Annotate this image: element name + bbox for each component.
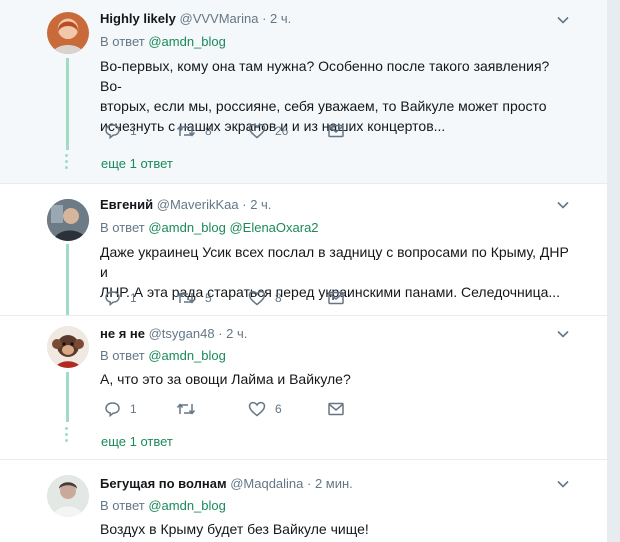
- like-count: 8: [275, 291, 282, 305]
- author-handle[interactable]: @Maqdalina: [230, 476, 303, 491]
- author-handle[interactable]: @tsygan48: [149, 326, 215, 341]
- reply-context: В ответ @amdn_blog: [100, 498, 226, 513]
- author-handle[interactable]: @MaverikKaa: [157, 197, 239, 212]
- retweet-count: 8: [205, 124, 212, 138]
- heart-icon: [248, 401, 266, 417]
- mention-link[interactable]: @amdn_blog: [148, 498, 226, 513]
- author-name[interactable]: не я не: [100, 326, 145, 341]
- like-count: 6: [275, 402, 282, 416]
- thread-dots: [64, 154, 70, 172]
- reply-icon: [105, 402, 120, 417]
- thread-connector: [66, 372, 69, 422]
- envelope-icon: [328, 402, 344, 416]
- reply-context: В ответ @amdn_blog @ElenaOxara2: [100, 220, 319, 235]
- tweet-header: Highly likely @VVVMarina · 2 ч.: [100, 11, 291, 26]
- avatar[interactable]: [47, 199, 89, 241]
- tweet-header: не я не @tsygan48 · 2 ч.: [100, 326, 247, 341]
- reply-count: 1: [130, 291, 137, 305]
- retweet-icon: [176, 125, 196, 137]
- scrollbar-track[interactable]: [607, 0, 620, 542]
- tweet-header: Евгений @MaverikKaa · 2 ч.: [100, 197, 271, 212]
- reply-button[interactable]: 1: [104, 288, 137, 308]
- retweet-button[interactable]: 8: [176, 121, 212, 141]
- like-button[interactable]: 8: [248, 288, 282, 308]
- reply-icon: [105, 124, 120, 139]
- thread-connector: [66, 244, 69, 315]
- show-more-replies-link[interactable]: еще 1 ответ: [101, 156, 173, 171]
- thread-connector: [66, 58, 69, 150]
- retweet-count: 5: [205, 291, 212, 305]
- avatar[interactable]: [47, 326, 89, 368]
- chevron-down-icon[interactable]: [557, 328, 569, 340]
- mention-link[interactable]: @amdn_blog: [148, 34, 226, 49]
- thread-dots: [64, 427, 70, 445]
- avatar[interactable]: [47, 12, 89, 54]
- reply-count: 1: [130, 124, 137, 138]
- dm-button[interactable]: [328, 121, 344, 141]
- heart-icon: [248, 123, 266, 139]
- tweet-time[interactable]: · 2 ч.: [262, 11, 291, 26]
- envelope-icon: [328, 124, 344, 138]
- tweet-time[interactable]: · 2 мин.: [307, 476, 353, 491]
- retweet-icon: [176, 292, 196, 304]
- author-name[interactable]: Highly likely: [100, 11, 176, 26]
- mention-link[interactable]: @amdn_blog: [148, 348, 226, 363]
- reply-context: В ответ @amdn_blog: [100, 34, 226, 49]
- tweet-header: Бегущая по волнам @Maqdalina · 2 мин.: [100, 476, 353, 491]
- avatar[interactable]: [47, 475, 89, 517]
- chevron-down-icon[interactable]: [557, 199, 569, 211]
- envelope-icon: [328, 291, 344, 305]
- dm-button[interactable]: [328, 399, 344, 419]
- author-name[interactable]: Бегущая по волнам: [100, 476, 227, 491]
- tweet-text: Воздух в Крыму будет без Вайкуле чище!: [100, 521, 369, 537]
- author-handle[interactable]: @VVVMarina: [180, 11, 259, 26]
- retweet-button[interactable]: 5: [176, 288, 212, 308]
- tweet-time[interactable]: · 2 ч.: [242, 197, 271, 212]
- retweet-button[interactable]: [176, 399, 205, 419]
- tweet-time[interactable]: · 2 ч.: [218, 326, 247, 341]
- like-count: 26: [275, 124, 289, 138]
- reply-context: В ответ @amdn_blog: [100, 348, 226, 363]
- reply-button[interactable]: 1: [104, 121, 137, 141]
- author-name[interactable]: Евгений: [100, 197, 153, 212]
- dm-button[interactable]: [328, 288, 344, 308]
- retweet-icon: [176, 403, 196, 415]
- show-more-replies-link[interactable]: еще 1 ответ: [101, 434, 173, 449]
- reply-button[interactable]: 1: [104, 399, 137, 419]
- reply-count: 1: [130, 402, 137, 416]
- like-button[interactable]: 6: [248, 399, 282, 419]
- mention-link[interactable]: @amdn_blog @ElenaOxara2: [148, 220, 318, 235]
- chevron-down-icon[interactable]: [557, 478, 569, 490]
- heart-icon: [248, 290, 266, 306]
- like-button[interactable]: 26: [248, 121, 288, 141]
- reply-icon: [105, 291, 120, 306]
- tweet-text: А, что это за овощи Лайма и Вайкуле?: [100, 371, 351, 387]
- chevron-down-icon[interactable]: [557, 14, 569, 26]
